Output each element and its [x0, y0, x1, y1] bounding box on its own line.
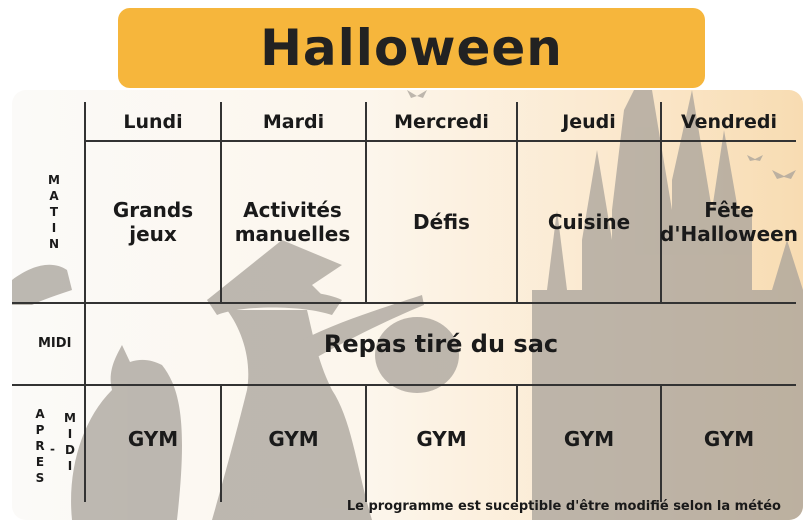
activity-lundi-apres-midi: GYM: [127, 427, 179, 451]
activity-mercredi-apres-midi: GYM: [416, 427, 467, 451]
schedule-grid: Lundi Mardi Mercredi Jeudi Vendredi M A …: [12, 90, 803, 520]
activity-jeudi-apres-midi: GYM: [563, 427, 615, 451]
page-title: Halloween: [260, 19, 563, 77]
weather-note: Le programme est suceptible d'être modif…: [346, 499, 781, 514]
activity-lundi-matin: Grands jeux: [112, 198, 194, 246]
day-header-mardi: Mardi: [262, 110, 325, 133]
day-header-jeudi: Jeudi: [562, 110, 616, 133]
row-label-midi: MIDI: [38, 336, 72, 351]
row-label-dash: -: [50, 442, 55, 456]
row-label-matin: M A T I N: [48, 173, 60, 251]
row-label-apres-midi: M I D I: [64, 411, 76, 473]
activity-vendredi-matin: Fête d'Halloween: [660, 198, 798, 246]
row-label-apres: A P R E S: [35, 407, 45, 485]
day-header-lundi: Lundi: [123, 110, 183, 133]
schedule-panel: Lundi Mardi Mercredi Jeudi Vendredi M A …: [12, 90, 803, 520]
activity-mardi-matin: Activités manuelles: [234, 198, 351, 246]
activity-mercredi-matin: Défis: [413, 210, 470, 234]
day-header-mercredi: Mercredi: [394, 110, 489, 133]
activity-mardi-apres-midi: GYM: [268, 427, 319, 451]
activity-jeudi-matin: Cuisine: [547, 210, 631, 234]
day-header-vendredi: Vendredi: [680, 110, 778, 133]
midi-activity: Repas tiré du sac: [323, 329, 559, 358]
activity-vendredi-apres-midi: GYM: [703, 427, 755, 451]
title-banner: Halloween: [118, 8, 705, 88]
